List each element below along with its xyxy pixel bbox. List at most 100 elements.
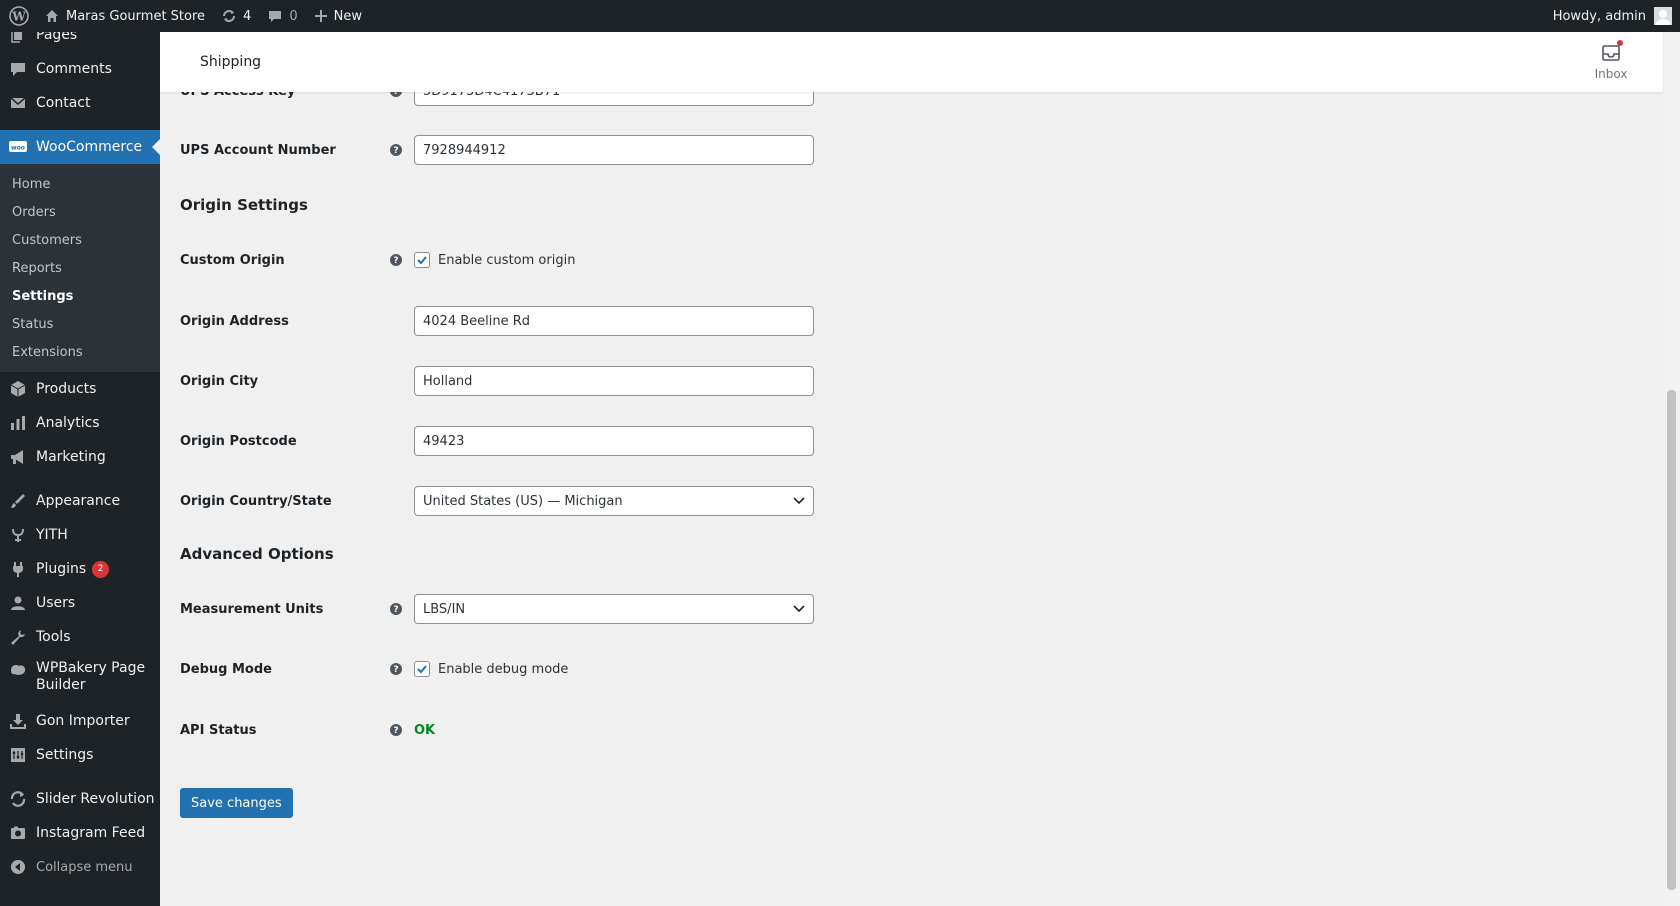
contact-icon	[8, 93, 28, 113]
custom-origin-label: Custom Origin	[180, 252, 285, 268]
comments-count: 0	[289, 8, 298, 24]
plugins-update-badge: 2	[92, 560, 110, 578]
pages-icon	[8, 32, 28, 45]
wrench-icon	[8, 627, 28, 647]
svg-text:?: ?	[393, 665, 398, 675]
sidebar-item-plugins[interactable]: Plugins 2	[0, 552, 160, 586]
avatar	[1654, 7, 1672, 25]
chevron-down-icon	[793, 497, 805, 505]
svg-text:woo: woo	[11, 145, 25, 152]
origin-country-select[interactable]: United States (US) — Michigan	[414, 486, 814, 516]
submenu-item-status[interactable]: Status	[0, 310, 160, 338]
help-icon[interactable]: ?	[390, 663, 414, 675]
home-icon	[44, 8, 60, 24]
sidebar-item-gon-importer[interactable]: Gon Importer	[0, 704, 160, 738]
ups-account-row: UPS Account Number ? 7928944912	[180, 135, 1000, 165]
origin-country-value: United States (US) — Michigan	[423, 493, 623, 509]
custom-origin-row: Custom Origin ? Enable custom origin	[180, 245, 1000, 275]
plus-icon	[314, 9, 328, 23]
ups-account-label: UPS Account Number	[180, 142, 336, 158]
sidebar-item-yith[interactable]: YITH	[0, 518, 160, 552]
sidebar-item-tools[interactable]: Tools	[0, 620, 160, 654]
custom-origin-checkbox[interactable]	[414, 252, 430, 268]
updates-link[interactable]: 4	[213, 0, 259, 32]
origin-address-input[interactable]: 4024 Beeline Rd	[414, 306, 814, 336]
inbox-icon	[1601, 40, 1623, 63]
page-scrollbar[interactable]	[1663, 32, 1680, 906]
woocommerce-header: Shipping Inbox	[160, 32, 1663, 92]
wordpress-logo-icon[interactable]: W	[2, 0, 36, 32]
site-name: Maras Gourmet Store	[66, 8, 206, 24]
help-icon[interactable]: ?	[390, 724, 414, 736]
origin-address-label: Origin Address	[180, 313, 289, 329]
submenu-item-home[interactable]: Home	[0, 170, 160, 198]
my-account-link[interactable]: Howdy, admin	[1545, 0, 1680, 32]
submenu-item-reports[interactable]: Reports	[0, 254, 160, 282]
advanced-options-heading: Advanced Options	[180, 545, 334, 563]
sidebar-item-woocommerce[interactable]: woo WooCommerce	[0, 130, 160, 164]
origin-postcode-input[interactable]: 49423	[414, 426, 814, 456]
sidebar-item-instagram-feed[interactable]: Instagram Feed	[0, 816, 160, 850]
site-name-link[interactable]: Maras Gourmet Store	[36, 0, 213, 32]
new-label: New	[333, 8, 362, 24]
comments-icon	[8, 59, 28, 79]
origin-city-input[interactable]: Holland	[414, 366, 814, 396]
inbox-label: Inbox	[1594, 67, 1628, 81]
scrollbar-thumb[interactable]	[1667, 390, 1676, 890]
inbox-notification-dot	[1617, 40, 1623, 46]
inbox-button[interactable]: Inbox	[1571, 40, 1651, 81]
sidebar-item-products[interactable]: Products	[0, 372, 160, 406]
api-status-label: API Status	[180, 722, 257, 738]
collapse-icon	[8, 857, 28, 877]
megaphone-icon	[8, 447, 28, 467]
measurement-units-select[interactable]: LBS/IN	[414, 594, 814, 624]
new-content-link[interactable]: New	[306, 0, 370, 32]
sidebar-item-comments[interactable]: Comments	[0, 52, 160, 86]
comments-link[interactable]: 0	[259, 0, 305, 32]
debug-mode-checkbox-label[interactable]: Enable debug mode	[438, 662, 568, 677]
measurement-units-label: Measurement Units	[180, 601, 324, 617]
sidebar-item-marketing[interactable]: Marketing	[0, 440, 160, 474]
help-icon[interactable]: ?	[390, 144, 414, 156]
collapse-menu-button[interactable]: Collapse menu	[0, 850, 160, 884]
debug-mode-checkbox[interactable]	[414, 661, 430, 677]
camera-icon	[8, 823, 28, 843]
submenu-item-orders[interactable]: Orders	[0, 198, 160, 226]
ups-account-input[interactable]: 7928944912	[414, 135, 814, 165]
save-changes-button[interactable]: Save changes	[180, 788, 293, 818]
svg-text:?: ?	[393, 605, 398, 615]
api-status-value: OK	[414, 722, 436, 738]
submenu-item-settings[interactable]: Settings	[0, 282, 160, 310]
measurement-units-value: LBS/IN	[423, 601, 466, 617]
chevron-down-icon	[793, 605, 805, 613]
origin-postcode-label: Origin Postcode	[180, 433, 297, 449]
woocommerce-submenu: Home Orders Customers Reports Settings S…	[0, 164, 160, 372]
submenu-item-customers[interactable]: Customers	[0, 226, 160, 254]
origin-city-row: Origin City Holland	[180, 366, 1000, 396]
sidebar-item-settings[interactable]: Settings	[0, 738, 160, 772]
api-status-row: API Status ? OK	[180, 715, 1000, 745]
admin-bar: W Maras Gourmet Store 4 0 New Howdy, adm…	[0, 0, 1680, 32]
sidebar-item-contact[interactable]: Contact	[0, 86, 160, 120]
help-icon[interactable]: ?	[390, 254, 414, 266]
sidebar-item-wpbakery[interactable]: WPBakery Page Builder	[0, 654, 160, 704]
paintbrush-icon	[8, 491, 28, 511]
wpbakery-icon	[8, 660, 28, 680]
download-icon	[8, 711, 28, 731]
origin-country-row: Origin Country/State United States (US) …	[180, 486, 1000, 516]
origin-settings-heading: Origin Settings	[180, 196, 308, 214]
sidebar-item-analytics[interactable]: Analytics	[0, 406, 160, 440]
plug-icon	[8, 559, 28, 579]
submenu-item-extensions[interactable]: Extensions	[0, 338, 160, 366]
svg-text:W: W	[11, 10, 26, 24]
svg-text:?: ?	[393, 726, 398, 736]
sidebar-item-slider-revolution[interactable]: Slider Revolution	[0, 782, 160, 816]
sidebar-item-appearance[interactable]: Appearance	[0, 484, 160, 518]
yith-icon	[8, 525, 28, 545]
help-icon[interactable]: ?	[390, 603, 414, 615]
origin-postcode-row: Origin Postcode 49423	[180, 426, 1000, 456]
debug-mode-row: Debug Mode ? Enable debug mode	[180, 654, 1000, 684]
sidebar-item-pages[interactable]: Pages	[0, 32, 160, 52]
custom-origin-checkbox-label[interactable]: Enable custom origin	[438, 253, 575, 268]
sidebar-item-users[interactable]: Users	[0, 586, 160, 620]
